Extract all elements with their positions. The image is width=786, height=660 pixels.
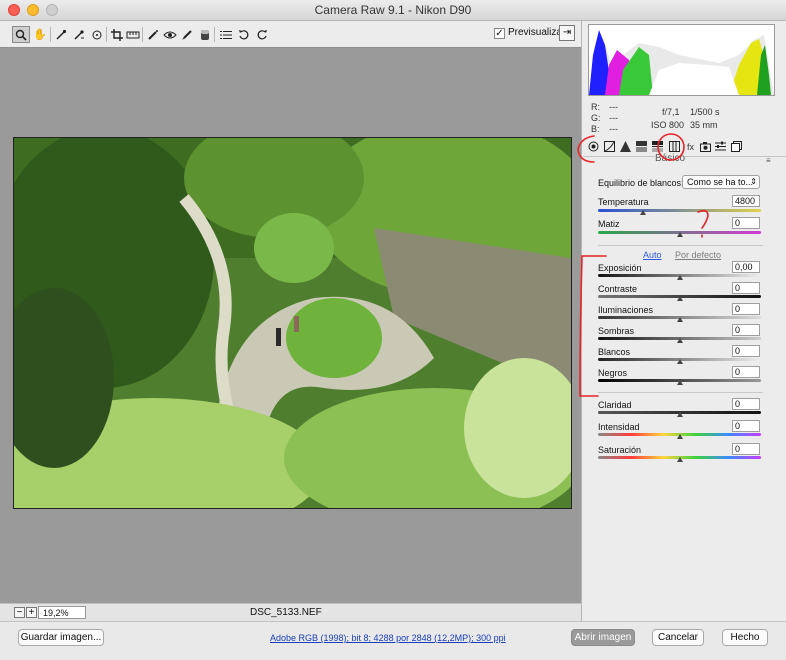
- window-title-bar: Camera Raw 9.1 - Nikon D90: [0, 0, 786, 21]
- cancel-button[interactable]: Cancelar: [652, 629, 704, 646]
- rotate-right-icon[interactable]: [253, 26, 271, 43]
- zoom-out-button[interactable]: −: [14, 607, 25, 618]
- preview-label: Previsualizar: [508, 27, 566, 38]
- workflow-options-link[interactable]: Adobe RGB (1998); bit 8; 4288 por 2848 (…: [270, 633, 506, 643]
- histogram: [588, 24, 775, 96]
- straighten-tool-icon[interactable]: [124, 26, 142, 43]
- r-label: R:: [591, 102, 600, 112]
- zoom-in-button[interactable]: +: [26, 607, 37, 618]
- status-bar: − + 19,2% DSC_5133.NEF: [0, 603, 581, 622]
- graduated-filter-icon[interactable]: [196, 26, 214, 43]
- saturation-slider-thumb[interactable]: [677, 457, 683, 462]
- hand-tool-icon[interactable]: ✋: [31, 26, 49, 43]
- shutter-value: 1/500 s: [690, 107, 720, 117]
- vibrance-slider-thumb[interactable]: [677, 434, 683, 439]
- open-image-button[interactable]: Abrir imagen: [571, 629, 635, 646]
- preferences-icon[interactable]: [217, 26, 235, 43]
- rotate-left-icon[interactable]: [235, 26, 253, 43]
- saturation-field[interactable]: 0: [732, 443, 760, 455]
- spot-removal-icon[interactable]: [144, 26, 162, 43]
- g-value: ---: [609, 113, 618, 123]
- red-eye-icon[interactable]: [161, 26, 179, 43]
- color-sampler-icon[interactable]: [70, 26, 88, 43]
- file-name: DSC_5133.NEF: [250, 607, 322, 618]
- targeted-adjustment-icon[interactable]: [88, 26, 106, 43]
- close-window-button[interactable]: [8, 4, 20, 16]
- preview-checkbox[interactable]: ✓: [494, 28, 505, 39]
- red-annotation-marks: [577, 133, 709, 397]
- minimize-window-button[interactable]: [27, 4, 39, 16]
- vibrance-label: Intensidad: [598, 422, 640, 432]
- g-label: G:: [591, 113, 601, 123]
- aperture-value: f/7,1: [662, 107, 680, 117]
- r-value: ---: [609, 102, 618, 112]
- zoom-tool-icon[interactable]: [12, 26, 30, 43]
- saturation-label: Saturación: [598, 445, 642, 455]
- zoom-level-select[interactable]: 19,2%: [38, 606, 86, 619]
- zoom-window-button[interactable]: [46, 4, 58, 16]
- adjustment-brush-icon[interactable]: [178, 26, 196, 43]
- window-title: Camera Raw 9.1 - Nikon D90: [314, 3, 472, 17]
- done-button[interactable]: Hecho: [722, 629, 768, 646]
- clarity-slider-thumb[interactable]: [677, 412, 683, 417]
- preview-image[interactable]: [13, 137, 572, 509]
- fullscreen-toggle-icon[interactable]: ⇥: [559, 25, 575, 41]
- save-image-button[interactable]: Guardar imagen...: [18, 629, 104, 646]
- vibrance-field[interactable]: 0: [732, 420, 760, 432]
- white-balance-tool-icon[interactable]: [52, 26, 70, 43]
